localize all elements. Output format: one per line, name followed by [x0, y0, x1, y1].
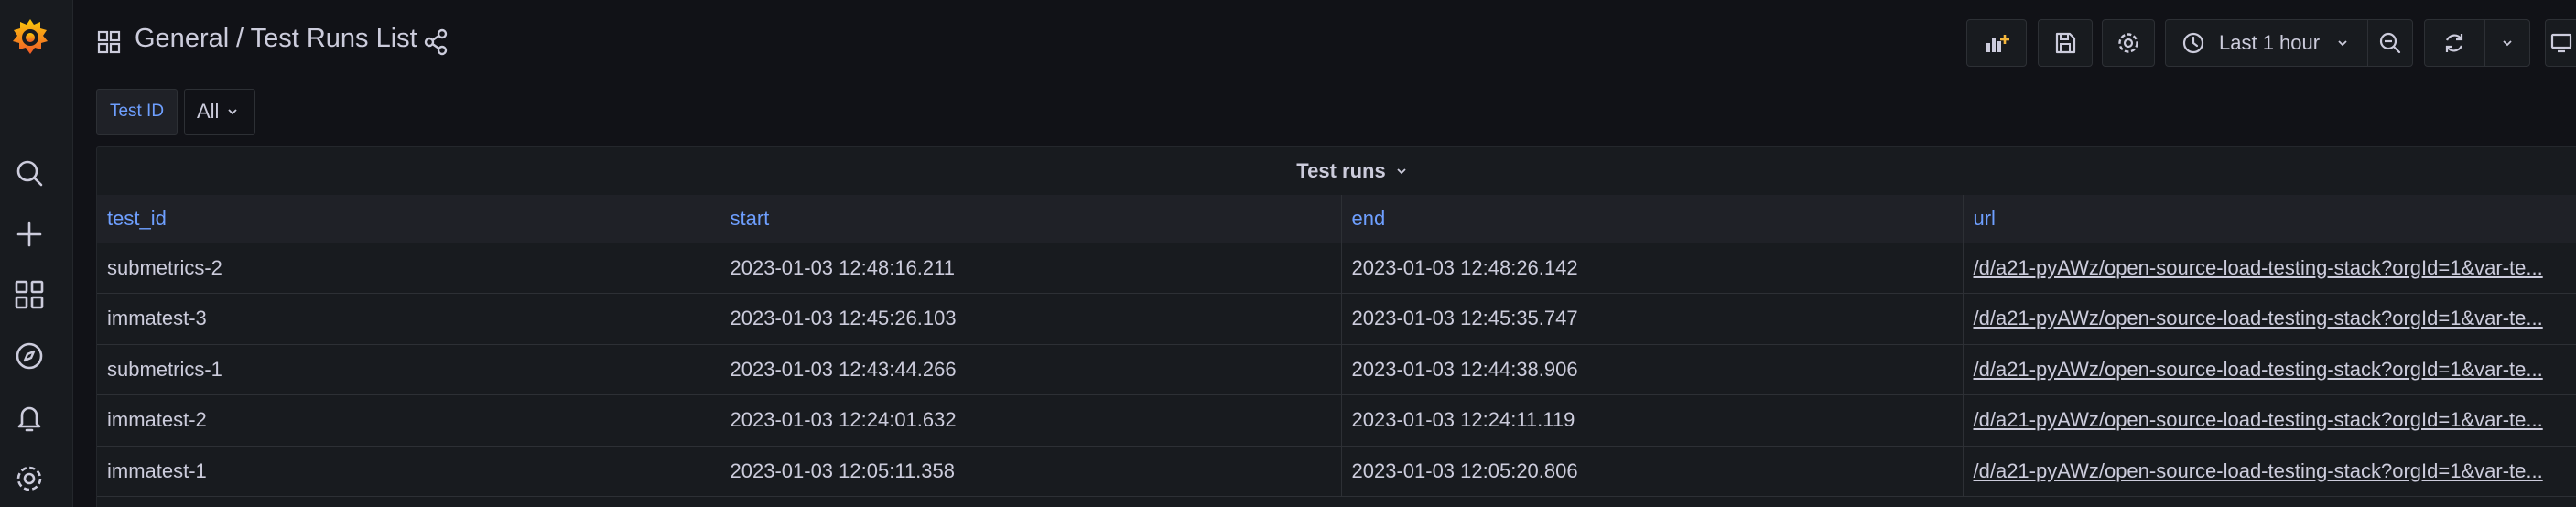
cell-end: 2023-01-03 12:24:11.119: [1341, 394, 1964, 447]
chevron-down-icon: [228, 109, 238, 115]
chevron-down-icon: [1397, 168, 1406, 175]
column-header[interactable]: end: [1341, 195, 1964, 243]
dashboard-navbar: General / Test Runs List Last 1 hour: [73, 0, 2576, 84]
cell-end: 2023-01-03 12:45:35.747: [1341, 293, 1964, 345]
url-link[interactable]: /d/a21-pyAWz/open-source-load-testing-st…: [1974, 307, 2543, 329]
zoom-out-icon: [2379, 32, 2401, 54]
search-icon[interactable]: [13, 156, 46, 189]
grafana-logo-icon[interactable]: [9, 16, 51, 59]
time-picker-button[interactable]: Last 1 hour: [2165, 19, 2368, 67]
refresh-icon: [2445, 34, 2463, 52]
settings-icon[interactable]: [13, 462, 46, 495]
table-panel: Test runs test_id start end url submetri…: [96, 146, 2576, 507]
tv-mode-button[interactable]: [2545, 19, 2576, 67]
cell-start: 2023-01-03 12:24:01.632: [720, 394, 1342, 447]
table-row: submetrics-2 2023-01-03 12:48:16.211 202…: [97, 243, 2576, 294]
save-icon: [2055, 32, 2076, 54]
cell-test-id: submetrics-1: [97, 344, 720, 395]
refresh-interval-dropdown[interactable]: [2484, 19, 2530, 67]
gear-icon: [2118, 33, 2138, 53]
column-header[interactable]: start: [720, 195, 1342, 243]
cell-start: 2023-01-03 12:43:44.266: [720, 344, 1342, 395]
breadcrumb-folder[interactable]: General: [135, 24, 229, 54]
dashboard-grid-icon: [97, 30, 121, 54]
save-dashboard-button[interactable]: [2038, 19, 2093, 67]
table-header-row: test_id start end url: [97, 195, 2576, 243]
cell-end: 2023-01-03 12:05:20.806: [1341, 446, 1964, 497]
cell-start: 2023-01-03 12:48:16.211: [720, 243, 1342, 294]
cell-end: 2023-01-03 12:48:26.142: [1341, 243, 1964, 294]
zoom-out-button[interactable]: [2367, 19, 2413, 67]
url-link[interactable]: /d/a21-pyAWz/open-source-load-testing-st…: [1974, 256, 2543, 279]
cell-url: /d/a21-pyAWz/open-source-load-testing-st…: [1963, 344, 2576, 395]
table-row: submetrics-1 2023-01-03 12:43:44.266 202…: [97, 344, 2576, 395]
cell-url: /d/a21-pyAWz/open-source-load-testing-st…: [1963, 243, 2576, 294]
cell-test-id: immatest-1: [97, 446, 720, 497]
clock-icon: [2182, 32, 2204, 54]
cell-start: 2023-01-03 12:05:11.358: [720, 446, 1342, 497]
monitor-icon: [2550, 33, 2571, 53]
url-link[interactable]: /d/a21-pyAWz/open-source-load-testing-st…: [1974, 459, 2543, 482]
cell-end: 2023-01-03 12:44:38.906: [1341, 344, 1964, 395]
test-runs-table: test_id start end url submetrics-2 2023-…: [97, 195, 2576, 497]
table-row: immatest-2 2023-01-03 12:24:01.632 2023-…: [97, 394, 2576, 447]
cell-url: /d/a21-pyAWz/open-source-load-testing-st…: [1963, 446, 2576, 497]
page-title[interactable]: / Test Runs List: [236, 24, 417, 54]
chevron-down-icon: [2503, 40, 2512, 47]
panel-title-text: Test runs: [1296, 159, 1386, 182]
cell-test-id: immatest-2: [97, 394, 720, 447]
panel-title[interactable]: Test runs: [97, 147, 2576, 195]
plus-icon[interactable]: [13, 218, 46, 251]
explore-icon[interactable]: [13, 340, 46, 372]
add-panel-icon: [1986, 35, 2009, 52]
variable-select-test-id[interactable]: All: [184, 89, 255, 135]
column-header[interactable]: url: [1963, 195, 2576, 243]
refresh-button[interactable]: [2424, 19, 2484, 67]
alerting-icon[interactable]: [13, 401, 46, 434]
variable-value: All: [197, 100, 220, 123]
dashboards-icon[interactable]: [13, 278, 46, 311]
share-icon[interactable]: [423, 28, 449, 56]
column-header[interactable]: test_id: [97, 195, 720, 243]
dashboard-settings-button[interactable]: [2102, 19, 2155, 67]
chevron-down-icon: [2338, 40, 2347, 47]
cell-url: /d/a21-pyAWz/open-source-load-testing-st…: [1963, 293, 2576, 345]
table-row: immatest-3 2023-01-03 12:45:26.103 2023-…: [97, 293, 2576, 345]
cell-test-id: immatest-3: [97, 293, 720, 345]
table-row: immatest-1 2023-01-03 12:05:11.358 2023-…: [97, 446, 2576, 497]
add-panel-button[interactable]: [1966, 19, 2027, 67]
variable-label-test-id: Test ID: [96, 89, 178, 135]
sidebar: [0, 0, 73, 507]
cell-url: /d/a21-pyAWz/open-source-load-testing-st…: [1963, 394, 2576, 447]
cell-test-id: submetrics-2: [97, 243, 720, 294]
time-range-label: Last 1 hour: [2219, 31, 2321, 54]
url-link[interactable]: /d/a21-pyAWz/open-source-load-testing-st…: [1974, 358, 2543, 381]
url-link[interactable]: /d/a21-pyAWz/open-source-load-testing-st…: [1974, 408, 2543, 431]
cell-start: 2023-01-03 12:45:26.103: [720, 293, 1342, 345]
